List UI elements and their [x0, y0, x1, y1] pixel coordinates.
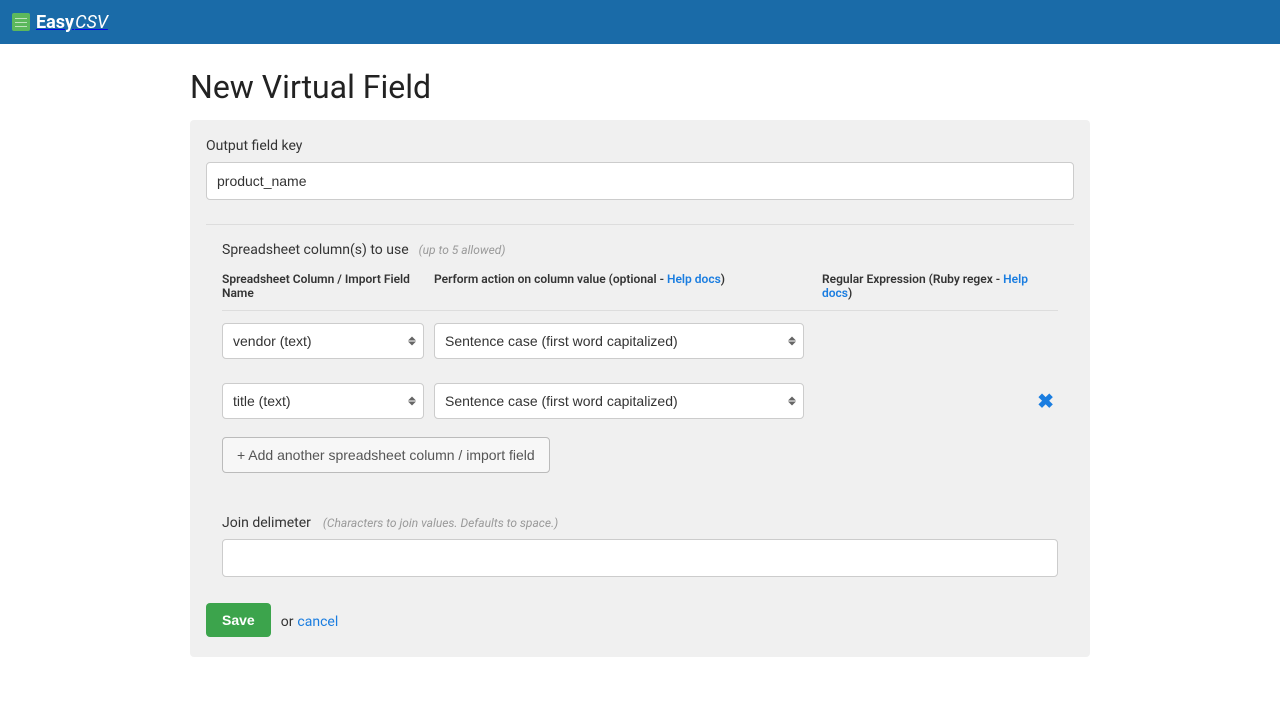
or-text: or — [281, 614, 294, 630]
delimeter-hint: (Characters to join values. Defaults to … — [323, 516, 558, 530]
spreadsheet-column-select[interactable]: title (text) — [222, 383, 424, 419]
save-button[interactable]: Save — [206, 603, 271, 637]
header-action: Perform action on column value (optional… — [434, 272, 814, 300]
column-select-wrap: vendor (text) — [222, 323, 424, 359]
columns-hint: (up to 5 allowed) — [419, 243, 506, 257]
row-actions: ✖ — [814, 391, 1058, 411]
columns-heading: Spreadsheet column(s) to use — [222, 242, 409, 258]
header-regex-prefix: Regular Expression (Ruby regex - — [822, 272, 1003, 286]
action-select-wrap: Sentence case (first word capitalized) — [434, 323, 804, 359]
navbar: EasyCSV — [0, 0, 1280, 44]
brand-text-bold: Easy — [36, 12, 74, 33]
output-field-key-input[interactable] — [206, 162, 1074, 200]
spreadsheet-column-select[interactable]: vendor (text) — [222, 323, 424, 359]
action-select-wrap: Sentence case (first word capitalized) — [434, 383, 804, 419]
spreadsheet-icon — [12, 13, 30, 31]
delimeter-section: Join delimeter (Characters to join value… — [222, 515, 1058, 577]
page-title: New Virtual Field — [190, 68, 1090, 106]
output-field-key-label: Output field key — [206, 138, 1074, 154]
action-select[interactable]: Sentence case (first word capitalized) — [434, 383, 804, 419]
header-action-prefix: Perform action on column value (optional… — [434, 272, 667, 286]
columns-table-header: Spreadsheet Column / Import Field Name P… — [222, 258, 1058, 311]
delimeter-label: Join delimeter — [222, 515, 311, 531]
columns-section: Spreadsheet column(s) to use (up to 5 al… — [206, 225, 1074, 577]
columns-heading-row: Spreadsheet column(s) to use (up to 5 al… — [222, 239, 1058, 258]
header-regex-suffix: ) — [848, 286, 852, 300]
footer-actions: Save or cancel — [206, 603, 1074, 637]
action-select[interactable]: Sentence case (first word capitalized) — [434, 323, 804, 359]
remove-row-icon[interactable]: ✖ — [1037, 391, 1054, 411]
or-cancel-text: or cancel — [281, 611, 339, 630]
main-container: New Virtual Field Output field key Sprea… — [190, 44, 1090, 697]
delimeter-input[interactable] — [222, 539, 1058, 577]
header-action-suffix: ) — [721, 272, 725, 286]
column-row: vendor (text) Sentence case (first word … — [222, 311, 1058, 371]
action-help-docs-link[interactable]: Help docs — [667, 272, 721, 286]
header-column-name: Spreadsheet Column / Import Field Name — [222, 272, 434, 300]
delimeter-label-row: Join delimeter (Characters to join value… — [222, 515, 1058, 531]
form-panel: Output field key Spreadsheet column(s) t… — [190, 120, 1090, 657]
column-row: title (text) Sentence case (first word c… — [222, 371, 1058, 431]
brand-text: EasyCSV — [36, 12, 108, 33]
brand-link[interactable]: EasyCSV — [12, 12, 108, 33]
column-select-wrap: title (text) — [222, 383, 424, 419]
brand-text-italic: CSV — [75, 12, 108, 33]
header-regex: Regular Expression (Ruby regex - Help do… — [814, 272, 1058, 300]
cancel-link[interactable]: cancel — [297, 614, 338, 630]
add-column-button[interactable]: + Add another spreadsheet column / impor… — [222, 437, 550, 473]
